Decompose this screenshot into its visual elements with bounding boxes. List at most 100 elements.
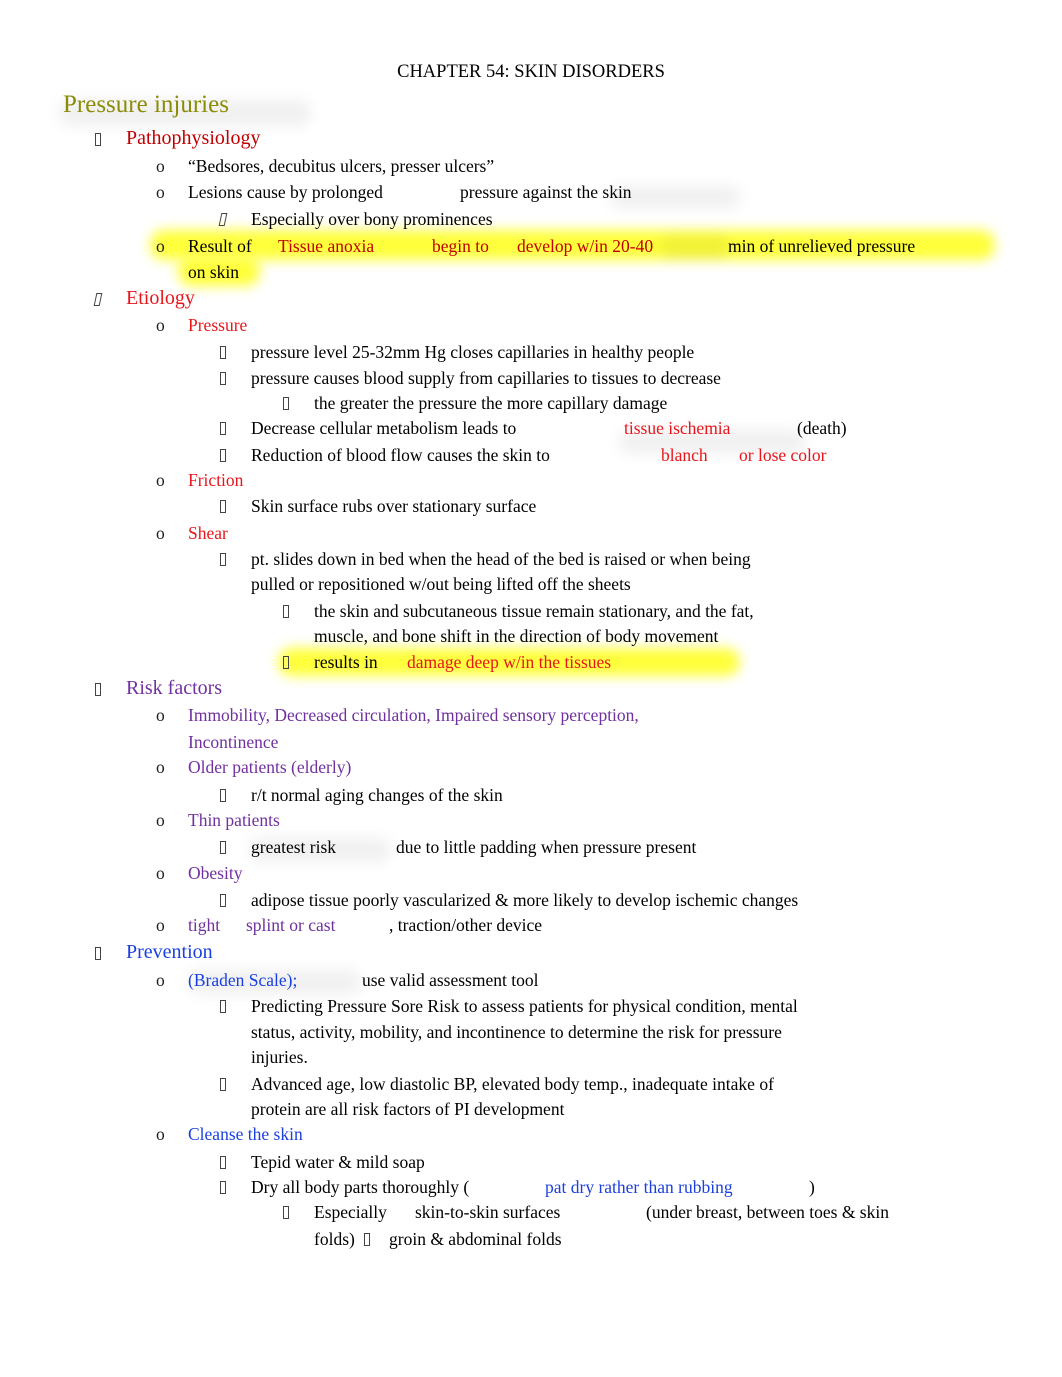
heading-prevention: Prevention	[126, 941, 213, 963]
list-item-text: min of unrelieved pressure	[728, 236, 916, 256]
list-item-text: due to little padding when pressure pres…	[396, 837, 697, 857]
list-item-text: begin to	[432, 236, 489, 256]
bullet-o-icon: o	[156, 863, 165, 883]
list-item-text: folds)	[314, 1229, 355, 1249]
list-item: pressure causes blood supply from capill…	[251, 368, 721, 388]
bullet-o-icon: o	[156, 970, 165, 990]
bullet-square-icon	[220, 417, 226, 439]
bullet-square-icon	[220, 836, 226, 858]
bullet-square-icon	[220, 548, 226, 570]
bullet-square-icon	[220, 1151, 226, 1173]
list-item-text: , traction/other device	[389, 915, 543, 935]
list-item: Especially over bony prominences	[251, 209, 493, 229]
bullet-o-icon: o	[156, 757, 165, 777]
list-item-text: )	[809, 1177, 815, 1197]
bullet-square-icon	[283, 651, 289, 673]
list-item: Result of	[188, 236, 252, 256]
subheading-shear: Shear	[188, 523, 228, 543]
term-tissue-anoxia: Tissue anoxia	[278, 236, 375, 256]
heading-etiology: Etiology	[126, 287, 195, 309]
bullet-square-icon	[93, 288, 103, 310]
list-item: Immobility, Decreased circulation, Impai…	[188, 705, 639, 725]
bullet-square-icon	[220, 995, 226, 1017]
bullet-o-icon: o	[156, 915, 165, 935]
term-tissue-ischemia: tissue ischemia	[624, 418, 731, 438]
bullet-o-icon: o	[156, 810, 165, 830]
list-item-text: develop w/in 20-40	[517, 236, 654, 256]
bullet-square-icon	[95, 678, 101, 700]
list-item: Older patients (elderly)	[188, 757, 352, 777]
list-item-text: use valid assessment tool	[362, 970, 539, 990]
bullet-square-icon	[220, 367, 226, 389]
list-item: adipose tissue poorly vascularized & mor…	[251, 890, 799, 910]
bullet-o-icon: o	[156, 236, 165, 256]
bullet-square-icon	[364, 1228, 370, 1250]
bullet-square-icon	[220, 1176, 226, 1198]
bullet-square-icon	[220, 495, 226, 517]
list-item: greatest risk	[251, 837, 337, 857]
term-blanch: blanch	[661, 445, 708, 465]
list-item: Lesions cause by prolonged	[188, 182, 383, 202]
list-item-text: or lose color	[739, 445, 827, 465]
list-item-text: injuries.	[251, 1047, 308, 1067]
bullet-square-icon	[95, 128, 101, 150]
list-item: Predicting Pressure Sore Risk to assess …	[251, 996, 798, 1016]
list-item-text: protein are all risk factors of PI devel…	[251, 1099, 565, 1119]
list-item-text: pulled or repositioned w/out being lifte…	[251, 574, 631, 594]
list-item-text: Incontinence	[188, 732, 279, 752]
list-item: Especially	[314, 1202, 387, 1222]
list-item-text: groin & abdominal folds	[389, 1229, 562, 1249]
list-item: results in	[314, 652, 378, 672]
bullet-o-icon: o	[156, 182, 165, 202]
term-braden-scale: (Braden Scale);	[188, 970, 298, 990]
list-item: pressure level 25-32mm Hg closes capilla…	[251, 342, 695, 362]
list-item: pt. slides down in bed when the head of …	[251, 549, 751, 569]
bullet-square-icon	[218, 208, 228, 230]
list-item: Dry all body parts thoroughly (	[251, 1177, 470, 1197]
list-item-text: skin-to-skin surfaces	[415, 1202, 561, 1222]
bullet-o-icon: o	[156, 156, 165, 176]
heading-risk-factors: Risk factors	[126, 677, 223, 699]
subheading-pressure: Pressure	[188, 315, 248, 335]
document-title: CHAPTER 54: SKIN DISORDERS	[397, 62, 665, 82]
list-item: Skin surface rubs over stationary surfac…	[251, 496, 537, 516]
section-title: Pressure injuries	[63, 91, 229, 118]
list-item-text: status, activity, mobility, and incontin…	[251, 1022, 782, 1042]
list-item: Advanced age, low diastolic BP, elevated…	[251, 1074, 774, 1094]
list-item: Tepid water & mild soap	[251, 1152, 425, 1172]
bullet-o-icon: o	[156, 470, 165, 490]
list-item: Reduction of blood flow causes the skin …	[251, 445, 550, 465]
list-item: Thin patients	[188, 810, 280, 830]
list-item: r/t normal aging changes of the skin	[251, 785, 503, 805]
shadow-decoration	[660, 236, 730, 258]
list-item: Decrease cellular metabolism leads to	[251, 418, 517, 438]
list-item: the skin and subcutaneous tissue remain …	[314, 601, 754, 621]
bullet-square-icon	[283, 1201, 289, 1223]
list-item: the greater the pressure the more capill…	[314, 393, 668, 413]
term-pat-dry: pat dry rather than rubbing	[545, 1177, 733, 1197]
subheading-cleanse-skin: Cleanse the skin	[188, 1124, 303, 1144]
subheading-friction: Friction	[188, 470, 244, 490]
bullet-square-icon	[220, 444, 226, 466]
bullet-square-icon	[220, 889, 226, 911]
list-item-text: pressure against the skin	[460, 182, 632, 202]
list-item-text: splint or cast	[246, 915, 336, 935]
list-item-text: (death)	[797, 418, 847, 438]
bullet-o-icon: o	[156, 1124, 165, 1144]
bullet-square-icon	[220, 1073, 226, 1095]
list-item-text: on skin	[188, 262, 240, 282]
bullet-square-icon	[220, 341, 226, 363]
bullet-square-icon	[220, 784, 226, 806]
bullet-o-icon: o	[156, 315, 165, 335]
term-damage-deep: damage deep w/in the tissues	[407, 652, 612, 672]
list-item: “Bedsores, decubitus ulcers, presser ulc…	[188, 156, 495, 176]
list-item: Obesity	[188, 863, 243, 883]
bullet-o-icon: o	[156, 705, 165, 725]
list-item-text: muscle, and bone shift in the direction …	[314, 626, 719, 646]
heading-pathophysiology: Pathophysiology	[126, 127, 261, 149]
bullet-square-icon	[283, 600, 289, 622]
list-item: tight	[188, 915, 221, 935]
list-item-text: (under breast, between toes & skin	[646, 1202, 889, 1222]
bullet-o-icon: o	[156, 523, 165, 543]
bullet-square-icon	[283, 392, 289, 414]
